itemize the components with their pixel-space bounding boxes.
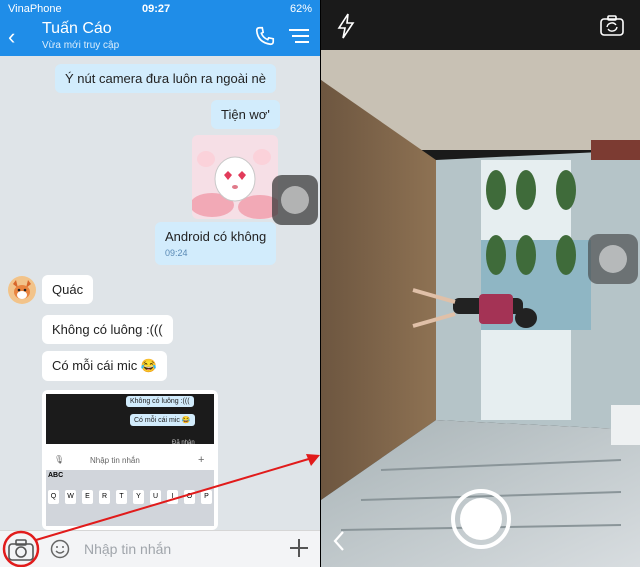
- call-icon[interactable]: [254, 25, 276, 47]
- image-message[interactable]: Không có luông :((( Có mỗi cái mic 😂 Đã …: [42, 390, 218, 530]
- message-timestamp: 09:24: [165, 248, 188, 258]
- message-incoming[interactable]: Quác: [42, 275, 94, 304]
- screenshot-message: Có mỗi cái mic 😂: [130, 414, 195, 426]
- status-bar: VinaPhone 09:27 62%: [0, 0, 320, 18]
- message-outgoing[interactable]: Android có không 09:24: [155, 222, 277, 265]
- sticker-image[interactable]: [192, 135, 278, 219]
- flash-icon[interactable]: [335, 12, 357, 40]
- received-label: Đã nhận: [172, 440, 195, 446]
- composer-bar: Nhập tin nhắn: [0, 530, 320, 567]
- clock: 09:27: [142, 3, 171, 15]
- chat-header: ‹ Tuấn Cáo Vừa mới truy cập: [0, 18, 320, 56]
- message-outgoing[interactable]: Tiện wơ': [211, 100, 280, 129]
- screenshot-input: 🎙 Nhập tin nhắn +: [54, 454, 205, 466]
- camera-viewfinder: [321, 0, 640, 567]
- message-incoming[interactable]: Không có luông :(((: [42, 315, 173, 344]
- menu-icon[interactable]: [288, 27, 310, 45]
- screenshot-keyboard: ABC Q W E R T Y U I O P: [46, 470, 214, 526]
- camera-icon[interactable]: [6, 535, 36, 565]
- camera-preview-image: [321, 0, 640, 567]
- contact-name[interactable]: Tuấn Cáo: [42, 20, 112, 38]
- battery-label: 62%: [289, 3, 312, 15]
- screenshot-message: Không có luông :(((: [126, 396, 194, 407]
- message-incoming[interactable]: Có mỗi cái mic 😂: [42, 351, 168, 381]
- switch-camera-icon[interactable]: [599, 14, 625, 38]
- message-outgoing[interactable]: Ý nút camera đưa luôn ra ngoài nè: [55, 64, 276, 93]
- mic-icon: 🎙: [54, 455, 65, 464]
- emoji-icon[interactable]: [50, 539, 70, 559]
- back-icon[interactable]: ‹: [8, 24, 15, 50]
- message-input[interactable]: Nhập tin nhắn: [84, 541, 171, 557]
- assistive-touch-button[interactable]: [588, 234, 638, 284]
- shutter-button[interactable]: [451, 489, 511, 549]
- presence-status: Vừa mới truy cập: [42, 40, 120, 51]
- back-icon[interactable]: [331, 530, 347, 552]
- assistive-touch-button[interactable]: [272, 175, 318, 225]
- contact-avatar[interactable]: [8, 276, 36, 304]
- chat-screen: VinaPhone 09:27 62% ‹ Tuấn Cáo Vừa mới t…: [0, 0, 320, 567]
- plus-icon[interactable]: [288, 537, 310, 559]
- plus-icon: +: [198, 454, 205, 466]
- carrier-label: VinaPhone: [8, 3, 62, 15]
